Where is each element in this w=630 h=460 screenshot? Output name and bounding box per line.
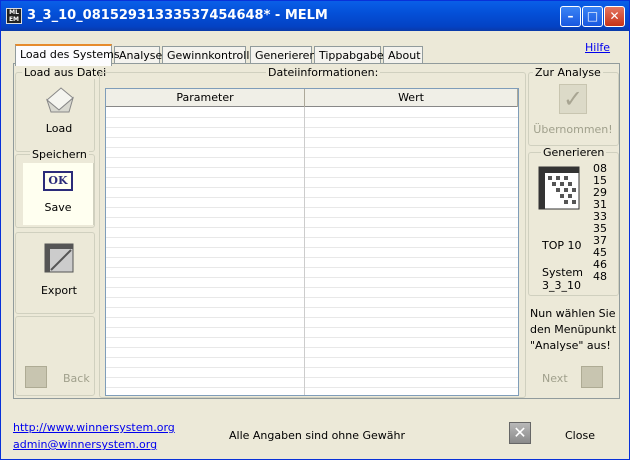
export-label: Export: [40, 284, 77, 297]
website-link[interactable]: http://www.winnersystem.org: [13, 421, 175, 434]
disclaimer-text: Alle Angaben sind ohne Gewähr: [229, 429, 406, 442]
ok-icon: OK: [43, 171, 73, 191]
table-header: Parameter Wert: [106, 89, 518, 107]
save-button[interactable]: OK Save: [23, 163, 94, 225]
system-label: System: [542, 266, 584, 279]
hint-line: "Analyse" aus!: [530, 339, 611, 352]
minimize-icon: –: [567, 9, 574, 23]
uebernommen-label: Übernommen!: [533, 123, 613, 136]
file-info-table[interactable]: Parameter Wert: [105, 88, 519, 396]
export-grid-icon: [44, 243, 74, 273]
hint-line: Nun wählen Sie: [530, 307, 616, 320]
title-bar[interactable]: ML EM 3_3_10_08152931333537454648* - MELM…: [1, 1, 629, 31]
help-link[interactable]: Hilfe: [585, 41, 610, 54]
next-button[interactable]: Next: [542, 372, 568, 385]
number-list: 08 15 29 31 33 35 37 45 46 48: [593, 163, 617, 283]
back-button[interactable]: Back: [63, 372, 90, 385]
maximize-button[interactable]: □: [582, 6, 603, 27]
uebernommen-button[interactable]: ✓ Übernommen!: [530, 81, 616, 141]
number-item: 48: [593, 270, 607, 283]
save-group-label: Speichern: [30, 148, 89, 161]
tab-panel: Load aus Datei Load Speichern OK Save Ex…: [13, 63, 620, 399]
hint-text: Nun wählen Sie den Menüpunkt "Analyse" a…: [530, 306, 620, 354]
system-name: 3_3_10: [542, 279, 581, 292]
close-icon: ✕: [609, 9, 620, 23]
back-icon: [25, 366, 47, 388]
load-group-label: Load aus Datei: [22, 66, 109, 79]
save-label: Save: [44, 201, 72, 214]
load-label: Load: [45, 122, 73, 135]
table-rows: [106, 108, 518, 395]
column-header-parameter[interactable]: Parameter: [106, 89, 305, 107]
minimize-button[interactable]: –: [560, 6, 581, 27]
generieren-label: Generieren: [541, 146, 607, 159]
top10-label: TOP 10: [542, 239, 582, 252]
zur-analyse-label: Zur Analyse: [533, 66, 603, 79]
close-button[interactable]: Close: [565, 429, 595, 442]
close-window-button[interactable]: ✕: [604, 6, 625, 27]
window-title: 3_3_10_08152931333537454648* - MELM: [27, 8, 328, 23]
maximize-icon: □: [586, 9, 599, 23]
file-info-label: Dateiinformationen:: [266, 66, 381, 79]
tab-load-des-systems[interactable]: Load des Systems: [15, 44, 120, 66]
close-x-icon[interactable]: ✕: [509, 422, 531, 444]
generate-grid-icon[interactable]: [538, 166, 580, 210]
app-icon: ML EM: [6, 8, 22, 24]
open-envelope-icon: [45, 87, 74, 113]
column-header-wert[interactable]: Wert: [305, 89, 518, 107]
export-button[interactable]: Export: [23, 242, 95, 298]
hint-line: den Menüpunkt: [530, 323, 617, 336]
app-window: ML EM 3_3_10_08152931333537454648* - MELM…: [0, 0, 630, 460]
load-button[interactable]: Load: [23, 84, 95, 140]
column-divider: [304, 89, 305, 395]
next-icon: [581, 366, 603, 388]
check-icon: ✓: [559, 84, 587, 114]
email-link[interactable]: admin@winnersystem.org: [13, 438, 157, 451]
